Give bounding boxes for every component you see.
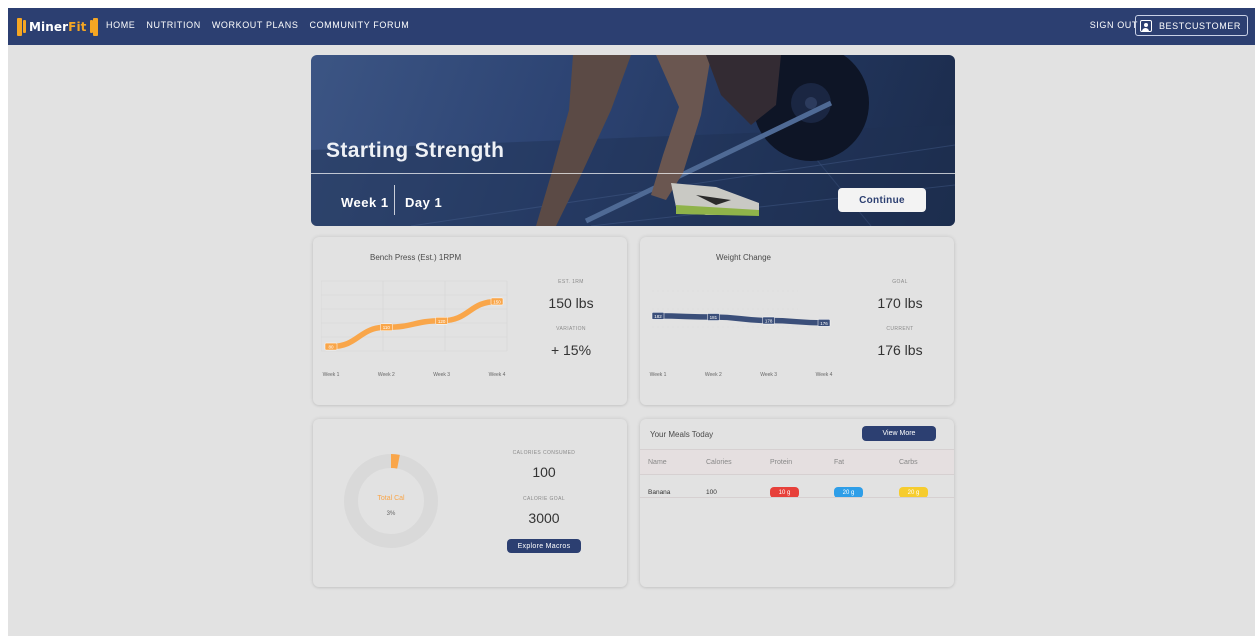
data-label: 182	[654, 314, 662, 319]
x-tick-label: Week 3	[760, 372, 777, 378]
user-account-button[interactable]: BESTCUSTOMER	[1134, 15, 1248, 36]
meal-calories: 100	[706, 489, 717, 496]
current-weight-label: CURRENT	[886, 326, 914, 332]
meals-card: Your Meals Today View More Name Calories…	[640, 419, 954, 587]
column-fat: Fat	[834, 459, 845, 466]
variation-value: + 15%	[550, 342, 592, 358]
x-tick-label: Week 2	[378, 372, 395, 378]
series-line	[655, 313, 827, 326]
x-tick-label: Week 3	[433, 372, 450, 378]
calories-card: Total Cal 3% CALORIES CONSUMED 100 CALOR…	[313, 419, 627, 587]
continue-button[interactable]: Continue	[838, 188, 926, 212]
meal-name: Banana	[648, 489, 671, 496]
data-label: 120	[438, 319, 446, 324]
view-more-button[interactable]: View More	[862, 426, 936, 441]
workout-plan-title: Starting Strength	[326, 139, 505, 162]
bench-point-2: 110	[380, 323, 393, 331]
nav-link-community-forum[interactable]: COMMUNITY FORUM	[309, 20, 409, 30]
weight-point-4: 176	[817, 319, 831, 327]
bench-point-1: 80	[324, 342, 338, 351]
current-weight-value: 176 lbs	[877, 342, 923, 358]
weight-point-2: 181	[707, 313, 720, 321]
logo-wordmark: MinerFit	[29, 19, 87, 34]
variation-label: VARIATION	[556, 326, 586, 332]
goal-weight-value: 170 lbs	[877, 295, 923, 311]
column-name: Name	[648, 459, 667, 466]
donut-percent-label: 3%	[386, 511, 396, 517]
calorie-goal-value: 3000	[528, 510, 560, 526]
user-icon	[1139, 19, 1152, 32]
bench-point-3: 120	[435, 317, 448, 325]
week-day-divider	[394, 185, 395, 215]
username-label: BESTCUSTOMER	[1158, 20, 1241, 31]
x-tick-label: Week 1	[650, 372, 667, 378]
weight-change-card: Weight Change 182 181 178 176 Week 1 Week 2 We…	[640, 237, 954, 405]
column-calories: Calories	[706, 459, 732, 466]
goal-weight-label: GOAL	[892, 279, 908, 285]
x-tick-label: Week 2	[705, 372, 722, 378]
sign-out-link[interactable]: SIGN OUT	[1090, 20, 1138, 30]
weight-point-3: 178	[762, 316, 775, 325]
weight-point-1: 182	[651, 312, 665, 320]
app-screen: MinerFit HOME NUTRITION WORKOUT PLANS CO…	[8, 8, 1255, 636]
donut-progress-slice	[390, 454, 400, 469]
bench-point-4: 150	[490, 297, 504, 306]
est-1rm-label: EST. 1RM	[558, 279, 584, 285]
nav-link-nutrition[interactable]: NUTRITION	[146, 20, 200, 30]
data-label: 178	[765, 319, 773, 324]
nav-link-home[interactable]: HOME	[106, 20, 135, 30]
explore-macros-button[interactable]: Explore Macros	[507, 539, 581, 553]
column-protein: Protein	[770, 459, 793, 466]
column-carbs: Carbs	[899, 459, 918, 466]
current-week-label: Week 1	[341, 195, 389, 210]
data-label: 80	[328, 345, 334, 350]
bench-chart-title: Bench Press (Est.) 1RPM	[370, 253, 462, 262]
data-label: 110	[383, 325, 391, 330]
x-tick-label: Week 4	[489, 372, 506, 378]
minerfit-logo[interactable]: MinerFit	[17, 17, 98, 36]
top-navbar: MinerFit HOME NUTRITION WORKOUT PLANS CO…	[8, 8, 1255, 45]
calories-consumed-value: 100	[532, 464, 556, 480]
est-1rm-value: 150 lbs	[548, 295, 594, 311]
x-tick-label: Week 1	[323, 372, 340, 378]
weight-change-chart: 182 181 178 176 Week 1 Week 2 Week 3 Week 4	[650, 290, 833, 378]
donut-total-cal-label: Total Cal	[377, 495, 405, 502]
nav-link-workout-plans[interactable]: WORKOUT PLANS	[212, 20, 299, 30]
bench-press-card: Bench Press (Est.) 1RPM 80 110 120 150 Week …	[313, 237, 627, 405]
meals-title: Your Meals Today	[650, 430, 714, 439]
logo-bar-icon	[23, 20, 26, 33]
current-day-label: Day 1	[405, 195, 443, 210]
nav-links: HOME NUTRITION WORKOUT PLANS COMMUNITY F…	[106, 20, 420, 30]
weight-chart-title: Weight Change	[716, 253, 771, 262]
calorie-goal-label: CALORIE GOAL	[522, 496, 566, 502]
meals-table-header: Name Calories Protein Fat Carbs	[640, 449, 954, 475]
bench-press-chart: 80 110 120 150 Week 1 Week 2 Week 3 Week 4	[321, 280, 508, 378]
data-label: 176	[820, 321, 828, 326]
workout-hero-banner: Starting Strength Week 1 Day 1 Continue	[311, 55, 955, 226]
series-line	[328, 298, 500, 350]
calories-consumed-label: CALORIES CONSUMED	[512, 450, 576, 456]
logo-bar-icon	[17, 17, 22, 36]
hero-divider	[311, 173, 955, 174]
row-divider	[640, 497, 954, 498]
data-label: 150	[493, 299, 501, 304]
data-label: 181	[710, 315, 718, 320]
logo-bar-icon	[92, 17, 98, 36]
x-tick-label: Week 4	[816, 372, 833, 378]
